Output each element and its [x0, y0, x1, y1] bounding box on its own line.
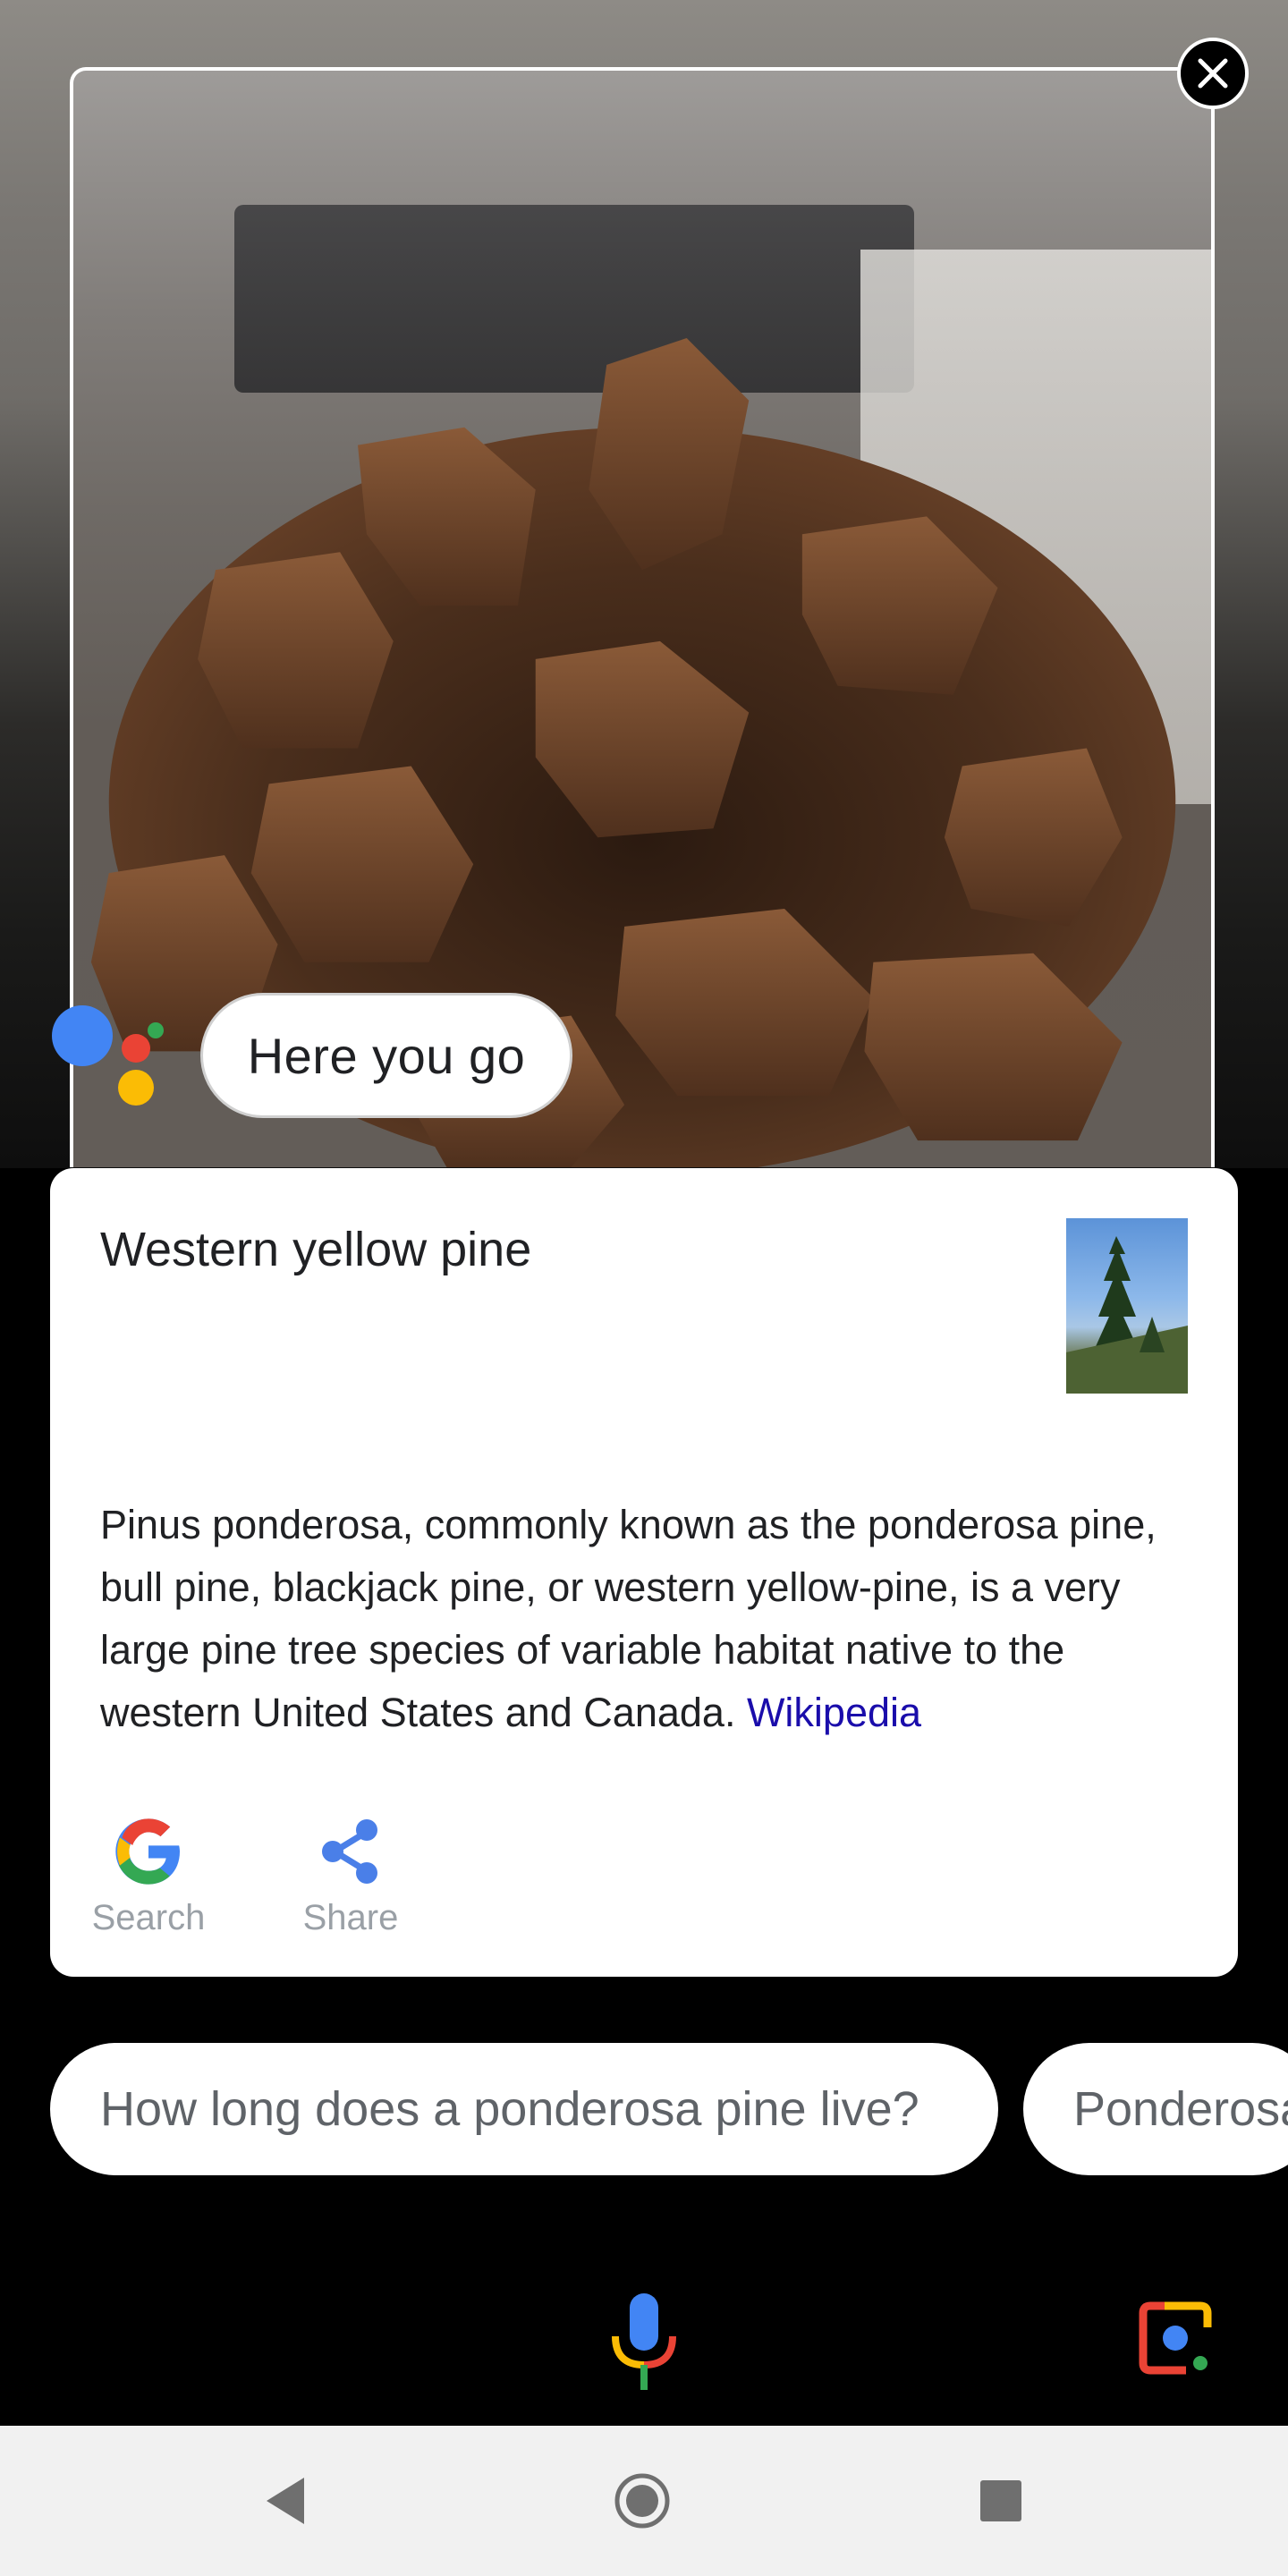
- share-action-button[interactable]: Share: [279, 1801, 422, 1945]
- close-icon: [1198, 58, 1228, 89]
- google-lens-icon: [1139, 2301, 1212, 2375]
- knowledge-card[interactable]: Western yellow pine Pinus ponderosa, com…: [50, 1168, 1238, 1977]
- card-title: Western yellow pine: [100, 1223, 532, 1276]
- search-action-button[interactable]: Search: [77, 1801, 220, 1945]
- suggestion-chip[interactable]: How long does a ponderosa pine live?: [50, 2043, 998, 2175]
- assistant-dots-icon: [52, 1005, 164, 1106]
- search-action-label: Search: [91, 1898, 206, 1937]
- recent-apps-button[interactable]: [980, 2480, 1021, 2521]
- pine-tree-thumbnail[interactable]: [1066, 1218, 1188, 1394]
- suggestion-chip-label: How long does a ponderosa pine live?: [100, 2082, 919, 2136]
- suggestion-chip[interactable]: Ponderosa: [1023, 2043, 1288, 2175]
- assistant-response-text: Here you go: [247, 1027, 526, 1084]
- google-g-icon: [115, 1818, 180, 1885]
- share-icon: [322, 1819, 377, 1884]
- pine-tree-image: [1066, 1236, 1188, 1394]
- back-button[interactable]: [263, 2476, 308, 2526]
- mic-button[interactable]: [608, 2290, 680, 2397]
- mic-icon: [612, 2293, 676, 2390]
- system-nav-bar: [0, 2426, 1288, 2576]
- google-lens-button[interactable]: [1132, 2295, 1218, 2381]
- assistant-response-bubble: Here you go: [200, 993, 572, 1118]
- home-button[interactable]: [614, 2472, 671, 2529]
- back-icon: [267, 2478, 304, 2524]
- description-text: Pinus ponderosa, commonly known as the p…: [100, 1502, 1157, 1735]
- wikipedia-link[interactable]: Wikipedia: [747, 1690, 921, 1735]
- suggestion-chip-label: Ponderosa: [1073, 2082, 1288, 2136]
- close-button[interactable]: [1177, 38, 1249, 109]
- card-description: Pinus ponderosa, commonly known as the p…: [100, 1494, 1191, 1744]
- home-icon: [614, 2473, 670, 2529]
- share-action-label: Share: [302, 1898, 399, 1937]
